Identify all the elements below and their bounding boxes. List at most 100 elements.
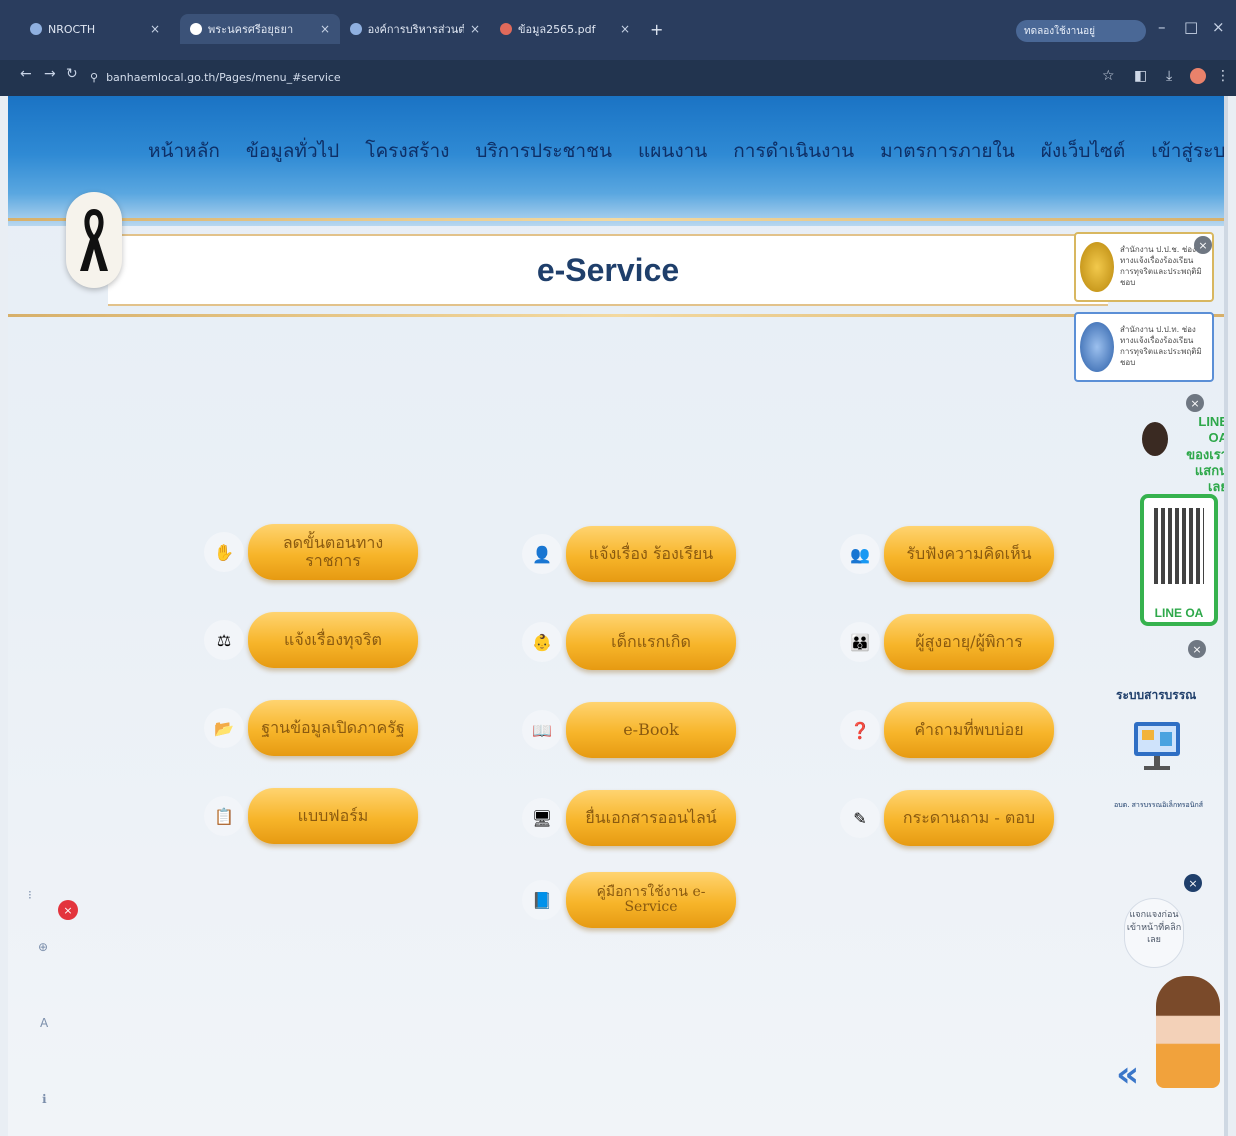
helper-bubble[interactable]: แจกแจงก่อนเข้าหน้าที่คลิกเลย: [1124, 898, 1184, 968]
page-title: e-Service: [536, 251, 680, 288]
browser-tab-active[interactable]: พระนครศรีอยุธยา ×: [180, 14, 340, 44]
back-button[interactable]: ←: [20, 66, 32, 82]
service-button-forms[interactable]: แบบฟอร์ม: [248, 788, 418, 844]
extensions-icon[interactable]: ◧: [1134, 68, 1147, 84]
qr-label: LINE OA: [1154, 606, 1204, 620]
main-nav: หน้าหลัก ข้อมูลทั่วไป โครงสร้าง บริการปร…: [148, 136, 1228, 166]
nav-item-internal-measures[interactable]: มาตรการภายใน: [880, 136, 1015, 166]
url-text: banhaemlocal.go.th/Pages/menu_#service: [106, 70, 341, 84]
tab-close-icon[interactable]: ×: [150, 22, 160, 36]
line-scan-label: แสกนเลย: [1194, 462, 1228, 494]
browser-tab[interactable]: ข้อมูล2565.pdf ×: [490, 14, 640, 44]
nav-item-login[interactable]: เข้าสู่ระบบ: [1151, 136, 1228, 166]
nav-item-plans[interactable]: แผนงาน: [638, 136, 707, 166]
tab-close-icon[interactable]: ×: [620, 22, 630, 36]
nav-item-operations[interactable]: การดำเนินงาน: [733, 136, 854, 166]
line-ours-label: ของเรา: [1186, 446, 1228, 462]
maximize-button[interactable]: □: [1184, 18, 1198, 36]
nav-item-structure[interactable]: โครงสร้าง: [365, 136, 449, 166]
pacc-complaint-card[interactable]: สำนักงาน ป.ป.ท. ช่องทางแจ้งเรื่องร้องเรี…: [1074, 312, 1214, 382]
service-label: ยื่นเอกสารออนไลน์: [585, 808, 717, 828]
nav-item-general-info[interactable]: ข้อมูลทั่วไป: [246, 136, 339, 166]
tab-label: พระนครศรีอยุธยา: [208, 23, 294, 36]
monitor-icon: 🖥: [522, 798, 562, 838]
tab-label: องค์การบริหารส่วนตำบลบ้านแหลม: [367, 23, 464, 36]
url-field[interactable]: ⚲ banhaemlocal.go.th/Pages/menu_#service: [90, 66, 970, 88]
browser-tab[interactable]: NROCTH ×: [20, 14, 170, 44]
close-window-button[interactable]: ×: [1212, 18, 1225, 36]
tab-favicon-icon: [190, 23, 202, 35]
service-label: รับฟังความคิดเห็น: [906, 544, 1032, 564]
service-label: แบบฟอร์ม: [297, 806, 369, 826]
nacc-complaint-card[interactable]: สำนักงาน ป.ป.ช. ช่องทางแจ้งเรื่องร้องเรี…: [1074, 232, 1214, 302]
page-scrollbar[interactable]: [1224, 96, 1228, 1136]
service-button-open-data[interactable]: ฐานข้อมูลเปิดภาครัฐ: [248, 700, 418, 756]
qa-icon: ✎: [840, 798, 880, 838]
mourning-ribbon-icon: [66, 192, 122, 288]
font-size-icon[interactable]: A: [40, 1016, 48, 1030]
browser-tab[interactable]: องค์การบริหารส่วนตำบลบ้านแหลม ×: [340, 14, 490, 44]
tab-close-icon[interactable]: ×: [320, 22, 330, 36]
web-page: หน้าหลัก ข้อมูลทั่วไป โครงสร้าง บริการปร…: [8, 96, 1228, 1136]
kebab-menu-icon[interactable]: ⋮: [1216, 68, 1230, 84]
close-float-button[interactable]: ×: [58, 900, 78, 920]
maximize-icon: □: [1184, 18, 1199, 36]
mascot-avatar: [1142, 422, 1168, 456]
title-divider: [8, 314, 1228, 317]
avatar[interactable]: [1190, 68, 1206, 84]
service-button-elderly-disabled[interactable]: ผู้สูงอายุ/ผู้พิการ: [884, 614, 1054, 670]
service-button-feedback[interactable]: รับฟังความคิดเห็น: [884, 526, 1054, 582]
service-button-report-corruption[interactable]: แจ้งเรื่องทุจริต: [248, 612, 418, 668]
nav-item-home[interactable]: หน้าหลัก: [148, 136, 220, 166]
service-label: กระดานถาม - ตอบ: [902, 808, 1036, 828]
service-label: ลดขั้นตอนทางราชการ: [282, 533, 384, 570]
tab-label: ข้อมูล2565.pdf: [518, 23, 596, 36]
service-button-complaint[interactable]: แจ้งเรื่อง ร้องเรียน: [566, 526, 736, 582]
family-icon: 👪: [840, 622, 880, 662]
close-helper-button[interactable]: ×: [1184, 874, 1202, 892]
service-button-faq[interactable]: คำถามที่พบบ่อย: [884, 702, 1054, 758]
share-icon[interactable]: ⁝: [28, 888, 32, 902]
close-icon: ×: [63, 903, 73, 917]
nav-item-sitemap[interactable]: ผังเว็บไซต์: [1041, 136, 1125, 166]
saraban-computer-icon[interactable]: [1126, 708, 1190, 784]
saraban-title: ระบบสารบรรณ: [1116, 688, 1197, 702]
site-info-icon[interactable]: ⚲: [90, 71, 98, 84]
minimize-button[interactable]: –: [1158, 18, 1166, 36]
service-label: เด็กแรกเกิด: [611, 632, 691, 652]
line-oa-label: LINE OA: [1198, 414, 1228, 446]
clipboard-icon: 📋: [204, 796, 244, 836]
download-icon[interactable]: ⤓: [1166, 68, 1172, 84]
service-button-online-documents[interactable]: ยื่นเอกสารออนไลน์: [566, 790, 736, 846]
collapse-chevron-icon[interactable]: «: [1116, 1054, 1139, 1095]
profile-chip[interactable]: ทดลองใช้งานอยู่: [1016, 20, 1146, 42]
header-divider: [8, 218, 1228, 221]
card-text: สำนักงาน ป.ป.ช. ช่องทางแจ้งเรื่องร้องเรี…: [1120, 245, 1202, 287]
add-user-icon[interactable]: ⊕: [38, 940, 48, 954]
tab-close-icon[interactable]: ×: [470, 22, 480, 36]
service-button-newborn[interactable]: เด็กแรกเกิด: [566, 614, 736, 670]
reload-button[interactable]: ↻: [66, 66, 78, 82]
service-button-ebook[interactable]: e-Book: [566, 702, 736, 758]
service-item: ❓ คำถามที่พบบ่อย: [840, 698, 1054, 762]
service-label: ผู้สูงอายุ/ผู้พิการ: [915, 632, 1023, 652]
line-qr-card[interactable]: LINE OA: [1140, 494, 1218, 626]
service-button-qa-board[interactable]: กระดานถาม - ตอบ: [884, 790, 1054, 846]
close-saraban-button[interactable]: ×: [1188, 640, 1206, 658]
service-button-reduce-procedures[interactable]: ลดขั้นตอนทางราชการ: [248, 524, 418, 580]
forward-button[interactable]: →: [44, 66, 56, 82]
close-icon: ×: [1188, 876, 1198, 890]
service-item: 👥 รับฟังความคิดเห็น: [840, 522, 1054, 586]
new-tab-button[interactable]: +: [640, 14, 670, 44]
pdf-favicon-icon: [500, 23, 512, 35]
nav-item-public-service[interactable]: บริการประชาชน: [475, 136, 612, 166]
baby-icon: 👶: [522, 622, 562, 662]
service-button-eservice-manual[interactable]: คู่มือการใช้งาน e-Service: [566, 872, 736, 928]
bookmark-star-icon[interactable]: ☆: [1102, 68, 1115, 84]
info-icon[interactable]: ℹ: [42, 1092, 47, 1106]
tab-favicon-icon: [30, 23, 42, 35]
nacc-seal-icon: [1080, 242, 1114, 292]
close-card-button[interactable]: ×: [1194, 236, 1212, 254]
service-label: e-Book: [623, 720, 679, 740]
close-line-widget-button[interactable]: ×: [1186, 394, 1204, 412]
